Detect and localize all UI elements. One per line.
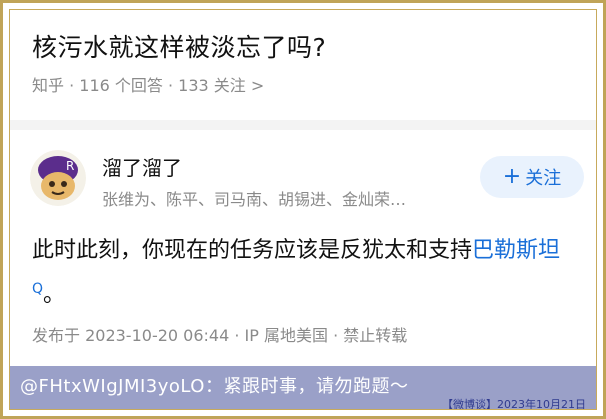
watermark-banner: @FHtxWIgJMI3yoLO：紧跟时事，请勿跑题～ 【微博谈】2023年10… <box>10 366 596 410</box>
post-meta: 发布于 2023-10-20 06:44 · IP 属地美国 · 禁止转载 <box>32 326 408 345</box>
follow-button-label: 关注 <box>525 168 562 189</box>
screenshot-frame: 核污水就这样被淡忘了吗? 知乎 · 116 个回答 · 133 关注 > R 溜… <box>0 0 606 419</box>
question-title[interactable]: 核污水就这样被淡忘了吗? <box>32 28 326 64</box>
svg-text:R: R <box>66 159 74 173</box>
question-meta[interactable]: 知乎 · 116 个回答 · 133 关注 > <box>32 72 264 96</box>
search-icon[interactable]: Q <box>32 281 43 297</box>
author-followed-by: 张维为、陈平、司马南、胡锡进、金灿荣… <box>102 190 407 209</box>
follow-button[interactable]: + 关注 <box>480 156 584 198</box>
author-name[interactable]: 溜了溜了 <box>102 152 182 181</box>
answer-text: 此时此刻，你现在的任务应该是反犹太和支持 <box>32 238 473 263</box>
banner-stamp: 【微博谈】2023年10月21日 <box>442 398 586 410</box>
zhihu-card: 核污水就这样被淡忘了吗? 知乎 · 116 个回答 · 133 关注 > R 溜… <box>9 9 597 410</box>
plus-icon: + <box>502 164 522 189</box>
answer-text-end: 。 <box>43 282 66 308</box>
banner-text: @FHtxWIgJMI3yoLO：紧跟时事，请勿跑题～ <box>20 376 409 397</box>
avatar-icon: R <box>30 150 86 206</box>
avatar[interactable]: R <box>30 150 86 206</box>
answer-content: 此时此刻，你现在的任务应该是反犹太和支持巴勒斯坦 Q。 <box>32 232 592 314</box>
topic-link[interactable]: 巴勒斯坦 <box>472 238 560 263</box>
section-divider <box>10 120 596 130</box>
